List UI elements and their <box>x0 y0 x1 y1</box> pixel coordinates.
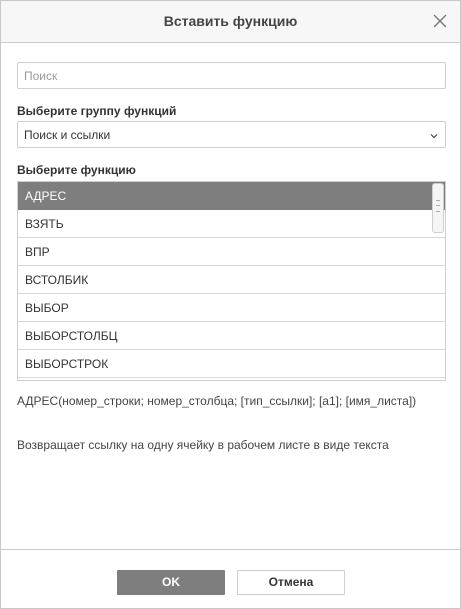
cancel-button[interactable]: Отмена <box>237 570 345 595</box>
function-item[interactable]: ВЫБОРСТРОК <box>18 350 445 378</box>
group-label: Выберите группу функций <box>17 104 177 118</box>
function-group-value: Поиск и ссылки <box>24 128 111 142</box>
function-description: Возвращает ссылку на одну ячейку в рабоч… <box>17 438 389 452</box>
close-icon[interactable] <box>432 13 448 29</box>
ok-button[interactable]: OK <box>117 570 225 595</box>
dialog-title: Вставить функцию <box>163 13 298 29</box>
dialog-header: Вставить функцию <box>1 1 460 43</box>
search-input[interactable] <box>17 62 446 89</box>
function-list[interactable]: АДРЕС ВЗЯТЬ ВПР ВСТОЛБИК ВЫБОР ВЫБОРСТОЛ… <box>17 181 446 381</box>
function-item[interactable]: ВЫБОР <box>18 294 445 322</box>
insert-function-dialog: Вставить функцию Выберите группу функций… <box>0 0 461 609</box>
dialog-footer: OK Отмена <box>1 549 460 608</box>
scrollbar-grip <box>436 200 440 212</box>
function-group-select[interactable]: Поиск и ссылки <box>17 121 446 148</box>
function-item[interactable]: ВЗЯТЬ <box>18 210 445 238</box>
list-scrollbar[interactable] <box>432 183 444 233</box>
function-item[interactable]: ВСТОЛБИК <box>18 266 445 294</box>
chevron-down-icon <box>429 130 439 140</box>
function-item[interactable]: АДРЕС <box>18 182 445 210</box>
function-item[interactable]: ВЫБОРСТОЛБЦ <box>18 322 445 350</box>
function-syntax: АДРЕС(номер_строки; номер_столбца; [тип_… <box>17 394 417 408</box>
function-list-label: Выберите функцию <box>17 163 136 177</box>
function-item[interactable]: ВПР <box>18 238 445 266</box>
